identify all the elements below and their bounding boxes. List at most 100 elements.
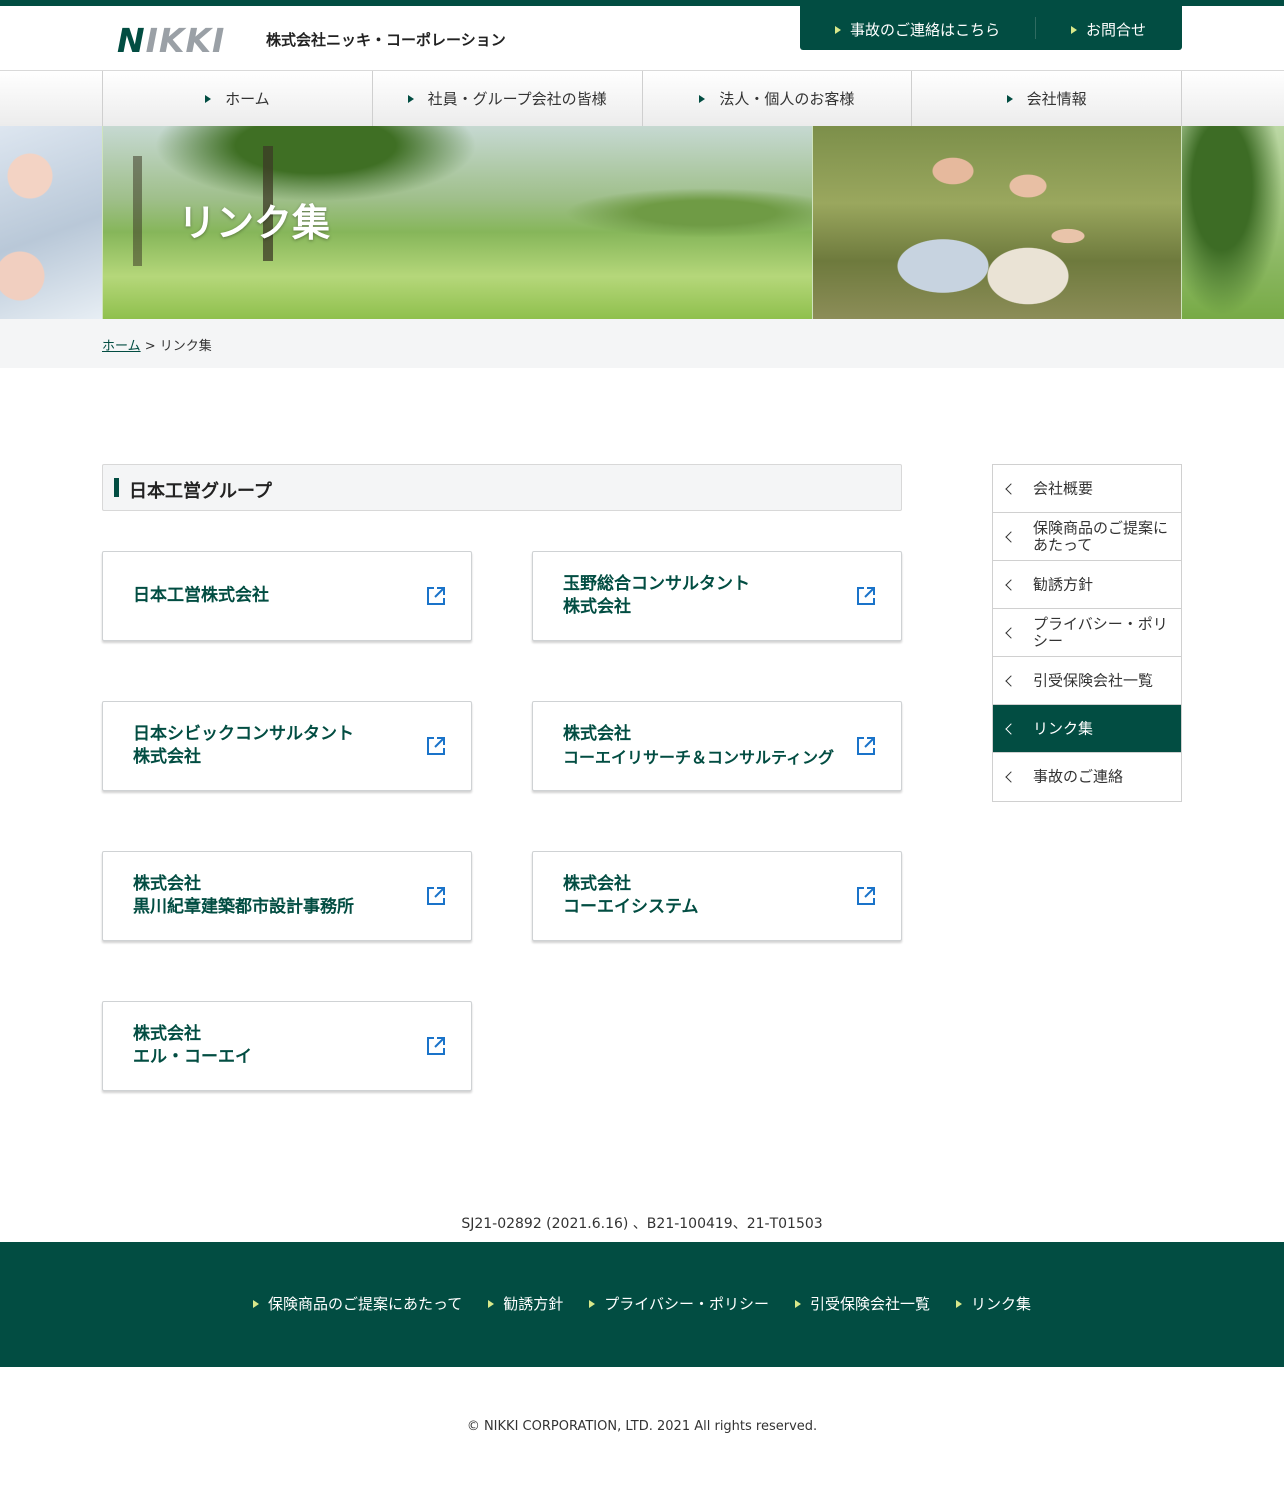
hero-image-children <box>0 126 102 319</box>
side-item-links[interactable]: リンク集 <box>993 705 1181 753</box>
external-link-icon <box>857 887 875 905</box>
header-utility-box: 事故のご連絡はこちら お問合せ <box>800 6 1182 50</box>
hero-image-family <box>813 126 1181 319</box>
side-item-label: プライバシー・ポリシー <box>1033 614 1168 650</box>
inquiry-link[interactable]: お問合せ <box>1071 19 1146 40</box>
footer-link-underwriters[interactable]: 引受保険会社一覧 <box>794 1293 930 1314</box>
hero-banner: リンク集 <box>0 126 1284 319</box>
nav-item-home[interactable]: ホーム <box>103 71 373 126</box>
link-card-koei-system[interactable]: 株式会社 コーエイシステム <box>532 851 902 941</box>
link-card-label: 株式会社 コーエイリサーチ＆コンサルティング <box>563 723 834 769</box>
link-card-label: 日本シビックコンサルタント 株式会社 <box>133 723 354 769</box>
link-card-line2: エル・コーエイ <box>133 1047 252 1067</box>
side-item-label: 会社概要 <box>1033 479 1094 497</box>
nav-item-label: 法人・個人のお客様 <box>719 90 855 108</box>
section-heading: 日本工営グループ <box>102 464 902 511</box>
chevron-left-icon <box>1005 530 1017 543</box>
link-card-line1: 日本シビックコンサルタント <box>133 724 354 744</box>
nav-item-customers[interactable]: 法人・個人のお客様 <box>643 71 913 126</box>
external-link-icon <box>857 587 875 605</box>
footer-link-solicitation-policy[interactable]: 勧誘方針 <box>488 1293 563 1314</box>
link-card-line1: 日本工営株式会社 <box>133 585 269 606</box>
side-item-insurance-proposal[interactable]: 保険商品のご提案にあたって <box>993 513 1181 561</box>
site-header: NIKKI 株式会社ニッキ・コーポレーション 事故のご連絡はこちら お問合せ <box>0 6 1284 70</box>
link-card-line1: 株式会社 <box>133 874 201 894</box>
footer-link-label: 保険商品のご提案にあたって <box>267 1295 463 1313</box>
link-card-kurokawa-architects[interactable]: 株式会社黒川紀章建築都市設計事務所 <box>102 851 472 941</box>
footer-link-insurance-proposal[interactable]: 保険商品のご提案にあたって <box>252 1293 463 1314</box>
breadcrumb-current: リンク集 <box>159 339 212 354</box>
link-card-line2: 黒川紀章建築都市設計事務所 <box>133 897 354 917</box>
chevron-left-icon <box>1005 771 1017 783</box>
company-name: 株式会社ニッキ・コーポレーション <box>266 31 506 49</box>
tree-trunk-shape <box>133 156 142 266</box>
link-card-label: 株式会社エル・コーエイ <box>133 1023 252 1069</box>
triangle-right-icon <box>955 1299 962 1308</box>
side-item-label: 引受保険会社一覧 <box>1033 671 1154 689</box>
triangle-right-icon <box>407 94 414 103</box>
footer-links: 保険商品のご提案にあたって 勧誘方針 プライバシー・ポリシー 引受保険会社一覧 … <box>0 1293 1284 1314</box>
link-card-tamano-consultants[interactable]: 玉野総合コンサルタント 株式会社 <box>532 551 902 641</box>
link-card-nippon-koei[interactable]: 日本工営株式会社 <box>102 551 472 641</box>
inquiry-label: お問合せ <box>1086 21 1147 39</box>
header-divider <box>1035 17 1036 39</box>
registration-numbers: SJ21-02892 (2021.6.16) 、B21-100419、21-T0… <box>461 1216 823 1232</box>
triangle-right-icon <box>1006 94 1013 103</box>
chevron-left-icon <box>1005 482 1017 495</box>
side-item-label: 保険商品のご提案にあたって <box>1033 518 1169 554</box>
side-item-solicitation-policy[interactable]: 勧誘方針 <box>993 561 1181 609</box>
accident-contact-link[interactable]: 事故のご連絡はこちら <box>835 19 1000 40</box>
page-title: リンク集 <box>178 201 331 245</box>
triangle-right-icon <box>589 1299 596 1308</box>
side-item-privacy-policy[interactable]: プライバシー・ポリシー <box>993 609 1181 657</box>
side-menu: 会社概要 保険商品のご提案にあたって 勧誘方針 プライバシー・ポリシー 引受保険… <box>992 464 1182 802</box>
triangle-right-icon <box>794 1299 801 1308</box>
triangle-right-icon <box>488 1299 495 1308</box>
nav-item-label: 会社情報 <box>1026 90 1087 108</box>
triangle-right-icon <box>835 25 841 34</box>
link-card-l-koei[interactable]: 株式会社エル・コーエイ <box>102 1001 472 1091</box>
accident-contact-label: 事故のご連絡はこちら <box>850 21 1001 39</box>
hero-image-trees <box>1182 126 1284 319</box>
side-item-label: 事故のご連絡 <box>1033 767 1124 786</box>
triangle-right-icon <box>699 94 706 103</box>
side-item-company-overview[interactable]: 会社概要 <box>993 465 1181 513</box>
footer-link-label: 勧誘方針 <box>503 1295 564 1313</box>
external-link-icon <box>857 737 875 755</box>
side-item-label: リンク集 <box>1033 719 1094 737</box>
link-card-label: 玉野総合コンサルタント 株式会社 <box>563 573 750 619</box>
link-card-line2: コーエイリサーチ＆コンサルティング <box>563 748 835 767</box>
breadcrumb-separator: > <box>140 339 160 354</box>
nav-item-label: 社員・グループ会社の皆様 <box>427 90 607 108</box>
section-heading-text: 日本工営グループ <box>129 481 272 502</box>
link-card-label: 日本工営株式会社 <box>133 585 269 608</box>
link-card-nippon-civic[interactable]: 日本シビックコンサルタント 株式会社 <box>102 701 472 791</box>
chevron-left-icon <box>1005 722 1017 735</box>
link-card-line2: コーエイシステム <box>563 897 699 917</box>
footer-link-privacy-policy[interactable]: プライバシー・ポリシー <box>589 1293 769 1314</box>
chevron-left-icon <box>1005 578 1017 591</box>
nav-item-employees-group[interactable]: 社員・グループ会社の皆様 <box>373 71 643 126</box>
link-card-line2: 株式会社 <box>133 747 201 767</box>
nikki-logo[interactable]: NIKKI <box>117 24 225 57</box>
chevron-left-icon <box>1005 674 1017 687</box>
nav-item-label: ホーム <box>225 90 270 108</box>
side-item-accident-contact[interactable]: 事故のご連絡 <box>993 753 1181 801</box>
breadcrumb-home-link[interactable]: ホーム <box>102 339 141 354</box>
triangle-right-icon <box>205 94 212 103</box>
triangle-right-icon <box>1071 25 1077 34</box>
nav-item-company-info[interactable]: 会社情報 <box>912 71 1182 126</box>
logo-wordmark: NIKKI <box>117 21 226 60</box>
global-nav: ホーム 社員・グループ会社の皆様 法人・個人のお客様 会社情報 <box>0 70 1284 126</box>
link-card-line1: 玉野総合コンサルタント <box>563 574 750 594</box>
link-card-label: 株式会社 コーエイシステム <box>563 873 699 919</box>
side-item-underwriters[interactable]: 引受保険会社一覧 <box>993 657 1181 705</box>
copyright: © NIKKI CORPORATION, LTD. 2021 All right… <box>466 1419 818 1434</box>
link-card-label: 株式会社黒川紀章建築都市設計事務所 <box>133 873 354 919</box>
site-footer: 保険商品のご提案にあたって 勧誘方針 プライバシー・ポリシー 引受保険会社一覧 … <box>0 1242 1284 1367</box>
footer-link-links[interactable]: リンク集 <box>955 1293 1031 1314</box>
link-card-koei-research[interactable]: 株式会社 コーエイリサーチ＆コンサルティング <box>532 701 902 791</box>
chevron-left-icon <box>1005 626 1017 639</box>
link-card-line1: 株式会社 <box>133 1024 201 1044</box>
external-link-icon <box>427 1037 445 1055</box>
